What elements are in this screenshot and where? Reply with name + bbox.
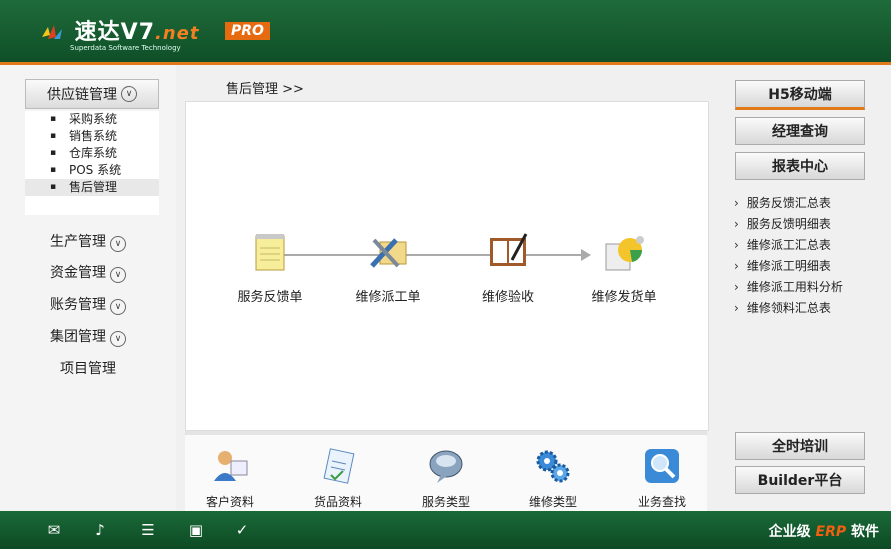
nav-accounting[interactable]: 账务管理 ∨ [0,294,176,315]
book-icon[interactable]: ☰ [138,521,158,539]
flow-step-label: 维修发货单 [591,290,657,305]
supply-chain-group-button[interactable]: 供应链管理 ∨ [25,79,159,109]
bottom-bar: ✉ ♪ ☰ ▣ ✓ 企业级 ERP 软件 [0,511,891,549]
subitem-pos[interactable]: POS 系统 [25,162,159,179]
supply-chain-sublist: 采购系统 销售系统 仓库系统 POS 系统 售后管理 [25,111,159,215]
chevron-down-icon: ∨ [110,267,126,283]
subitem-after-sales[interactable]: 售后管理 [25,179,159,196]
tool-label: 服务类型 [421,495,470,509]
report-link[interactable]: 维修派工汇总表 [734,235,843,256]
flow-step-dispatch[interactable]: 维修派工单 [338,230,438,305]
tool-label: 业务查找 [637,495,686,509]
check-icon[interactable]: ✓ [232,521,252,539]
report-link[interactable]: 服务反馈汇总表 [734,193,843,214]
nav-label: 生产管理 [50,234,106,250]
nav-project[interactable]: 项目管理 [0,358,176,378]
flow-step-shipment[interactable]: 维修发货单 [574,230,674,305]
tool-goods-info[interactable]: 货品资料 [293,447,383,510]
slogan-post: 软件 [851,524,879,540]
flow-step-acceptance[interactable]: 维修验收 [458,230,558,305]
chevron-down-icon: ∨ [110,299,126,315]
pro-badge: PRO [225,22,270,40]
flow-step-label: 维修派工单 [355,290,421,305]
workflow-panel: 服务反馈单 维修派工单 维修验收 维修发货单 [185,101,709,431]
chevron-down-icon: ∨ [121,86,137,102]
brand-logo: 速达V7.net Superdata Software Technology [40,14,199,52]
gears-icon [536,450,570,483]
chart-doc-icon [605,236,644,271]
chevron-down-icon: ∨ [110,236,126,252]
flow-step-label: 维修验收 [481,290,534,305]
flow-step-label: 服务反馈单 [237,290,303,305]
slogan-pre: 企业级 [768,524,811,540]
slogan-erp: ERP [815,524,847,540]
tool-label: 客户资料 [205,495,254,509]
subitem-warehouse[interactable]: 仓库系统 [25,145,159,162]
tool-business-search[interactable]: 业务查找 [617,447,707,510]
window-icon[interactable]: ▣ [186,521,206,539]
brand-suffix: .net [155,23,200,44]
builder-platform-button[interactable]: Builder平台 [735,466,865,494]
speaker-icon[interactable]: ♪ [90,521,110,539]
subitem-sales[interactable]: 销售系统 [25,128,159,145]
search-icon [645,449,679,483]
top-header: 速达V7.net Superdata Software Technology P… [0,0,891,65]
nav-label: 资金管理 [50,265,106,281]
chevron-down-icon: ∨ [110,331,126,347]
tool-customer-info[interactable]: 客户资料 [185,447,275,510]
tool-repair-type[interactable]: 维修类型 [508,447,598,510]
manager-query-button[interactable]: 经理查询 [735,117,865,145]
bubble-icon [429,450,463,483]
report-link[interactable]: 服务反馈明细表 [734,214,843,235]
h5-mobile-button[interactable]: H5移动端 [735,80,865,110]
subitem-purchase[interactable]: 采购系统 [25,111,159,128]
report-links: 服务反馈汇总表 服务反馈明细表 维修派工汇总表 维修派工明细表 维修派工用料分析… [734,193,843,319]
tool-label: 货品资料 [313,495,362,509]
left-nav-panel: 供应链管理∨ 采购系统 销售系统 仓库系统 POS 系统 售后管理 生产管理∨ … [0,65,176,510]
training-button[interactable]: 全时培训 [735,432,865,460]
mail-icon[interactable]: ✉ [44,521,64,539]
nav-production[interactable]: 生产管理 ∨ [0,231,176,252]
report-link[interactable]: 维修派工明细表 [734,256,843,277]
nav-funds[interactable]: 资金管理 ∨ [0,262,176,283]
group-label: 供应链管理 [47,87,117,103]
report-link[interactable]: 维修派工用料分析 [734,277,843,298]
notebook-pen-icon [490,233,528,266]
breadcrumb: 售后管理 >> [226,82,304,97]
nav-group[interactable]: 集团管理 ∨ [0,326,176,347]
brand-tagline: Superdata Software Technology [70,44,181,52]
nav-label: 集团管理 [50,329,106,345]
tools-icon [370,238,407,268]
brand-name: 速达V7 [74,20,156,45]
report-center-button[interactable]: 报表中心 [735,152,865,180]
nav-label: 账务管理 [50,297,106,313]
logo-leaf-icon [42,25,62,39]
flow-step-feedback[interactable]: 服务反馈单 [220,230,320,305]
notepad-icon [255,234,285,271]
tool-label: 维修类型 [528,495,577,509]
tool-service-type[interactable]: 服务类型 [401,447,491,510]
report-link[interactable]: 维修领料汇总表 [734,298,843,319]
quick-tools-strip: 客户资料 货品资料 服务类型 维修类型 业务查找 [185,431,707,515]
customer-icon [214,451,248,481]
clipboard-icon [323,448,355,484]
footer-slogan: 企业级 ERP 软件 [769,521,879,541]
